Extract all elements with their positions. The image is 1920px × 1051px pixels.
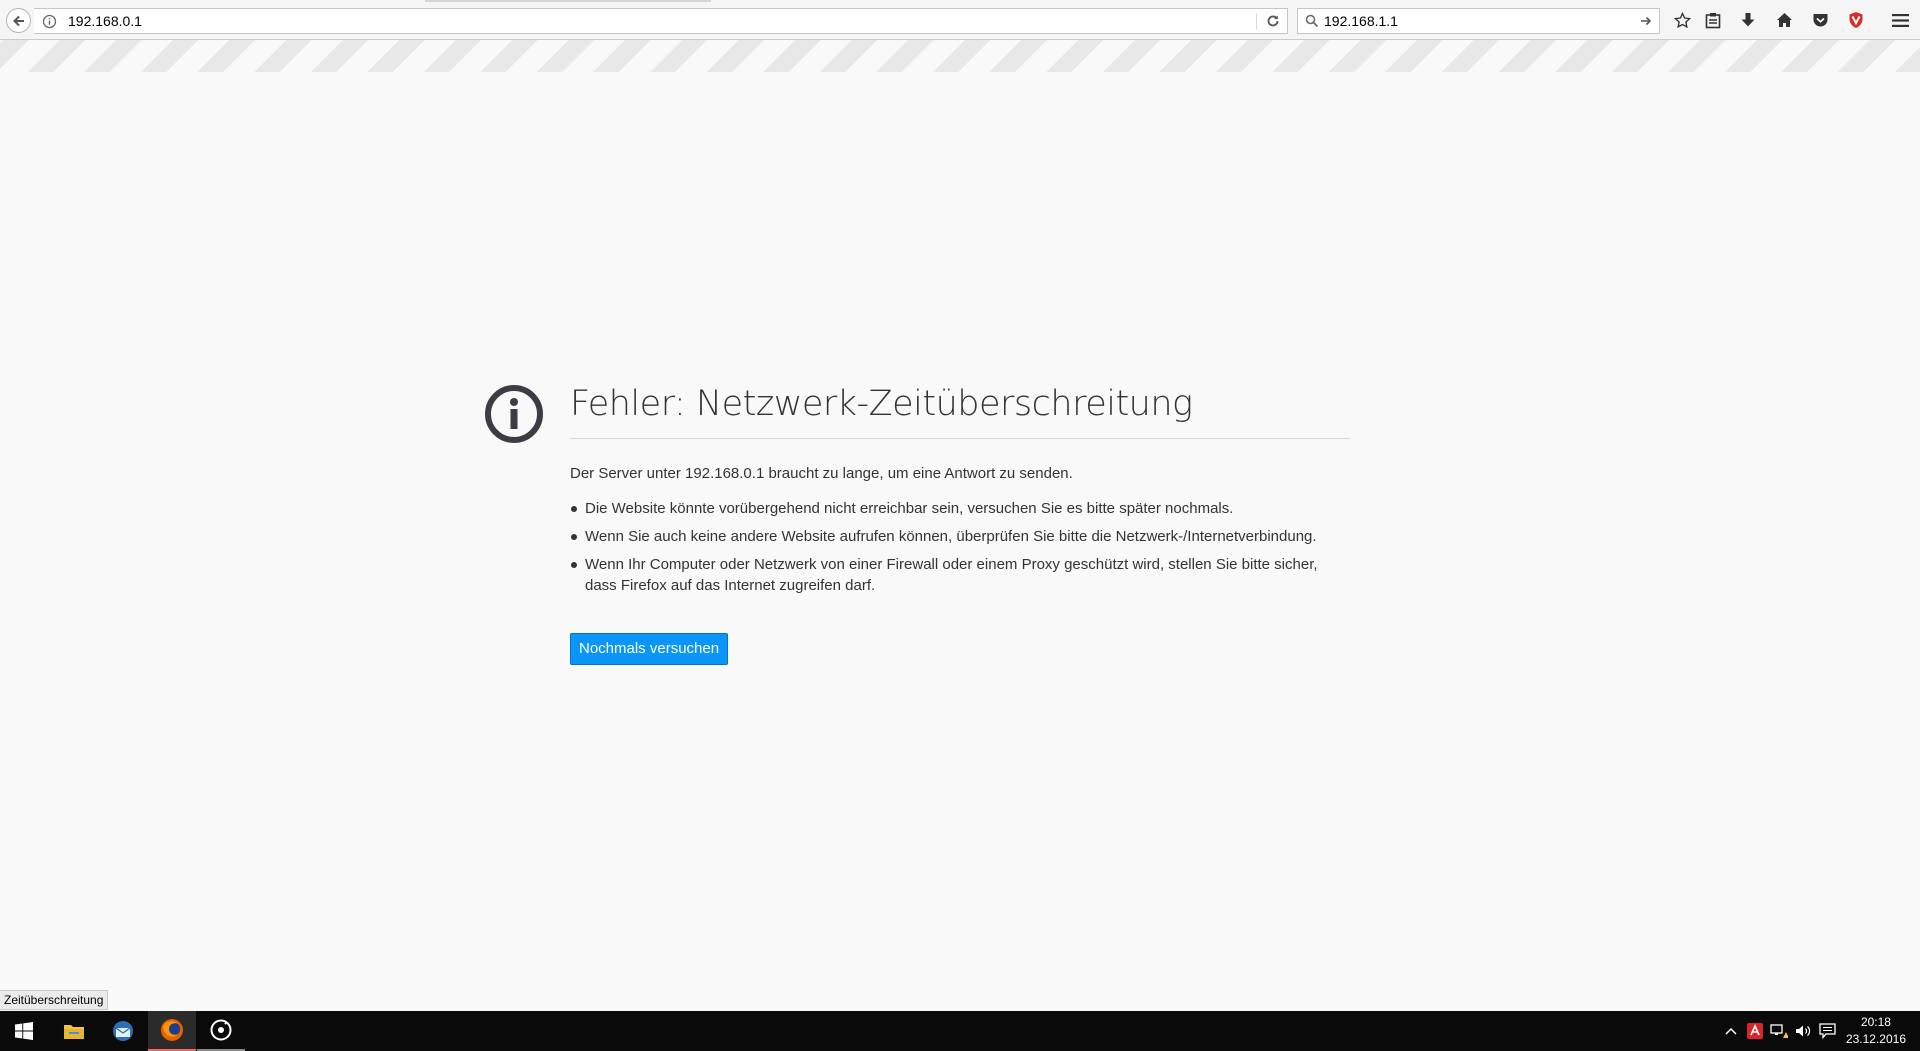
- clock-time: 20:18: [1860, 1015, 1891, 1029]
- go-arrow-icon[interactable]: [1639, 14, 1653, 28]
- firefox-taskbar-button[interactable]: [148, 1011, 196, 1051]
- antivirus-tray-icon[interactable]: [1746, 1023, 1764, 1039]
- home-icon: [1776, 13, 1792, 27]
- info-icon[interactable]: [42, 14, 57, 29]
- loading-stripes: [0, 40, 1920, 72]
- pocket-icon: [1813, 14, 1827, 27]
- clipboard-icon: [1705, 12, 1721, 28]
- speaker-icon: [1795, 1025, 1810, 1037]
- retry-button[interactable]: Nochmals versuchen: [570, 633, 729, 665]
- error-title: Fehler: Netzwerk-Zeitüberschreitung: [570, 384, 1350, 439]
- network-tray-icon[interactable]: [1770, 1023, 1788, 1039]
- adblock-button[interactable]: [1846, 10, 1866, 30]
- thunderbird-icon: [113, 1021, 133, 1041]
- tab-indicator: [425, 0, 711, 2]
- search-input[interactable]: 192.168.1.1: [1324, 9, 1398, 33]
- notification-icon: [1818, 1023, 1836, 1039]
- search-bar[interactable]: 192.168.1.1: [1297, 8, 1660, 34]
- tray-overflow-button[interactable]: [1722, 1023, 1740, 1039]
- hamburger-menu-icon: [1891, 13, 1909, 27]
- suggestion-item: Wenn Sie auch keine andere Website aufru…: [570, 526, 1350, 547]
- clock-date: 23.12.2016: [1845, 1032, 1906, 1046]
- info-circle-icon: [485, 385, 543, 443]
- suggestion-item: Die Website könnte vorübergehend nicht e…: [570, 498, 1350, 519]
- home-button[interactable]: [1774, 10, 1794, 30]
- search-icon: [1305, 14, 1319, 28]
- folder-icon: [64, 1025, 84, 1039]
- back-arrow-icon: [12, 15, 24, 26]
- back-button[interactable]: [6, 8, 31, 33]
- start-button[interactable]: [0, 1011, 48, 1051]
- file-explorer-button[interactable]: [50, 1011, 98, 1051]
- shield-icon: [1849, 12, 1863, 28]
- star-icon: [1673, 11, 1691, 28]
- media-disc-icon: [210, 1019, 232, 1041]
- pocket-button[interactable]: [1810, 10, 1830, 30]
- action-center-button[interactable]: [1818, 1023, 1836, 1039]
- chevron-up-icon: [1725, 1027, 1737, 1035]
- suggestion-item: Wenn Ihr Computer oder Netzwerk von eine…: [570, 554, 1350, 596]
- downloads-button[interactable]: [1738, 10, 1758, 30]
- reload-icon[interactable]: [1265, 13, 1281, 29]
- reading-list-button[interactable]: [1703, 10, 1723, 30]
- download-icon: [1741, 12, 1755, 26]
- browser-toolbar: 192.168.0.1 192.168.1.1: [0, 0, 1920, 40]
- error-suggestions: Die Website könnte vorübergehend nicht e…: [570, 498, 1350, 603]
- umbrella-shield-icon: [1747, 1023, 1763, 1039]
- menu-button[interactable]: [1890, 10, 1910, 30]
- firefox-icon: [161, 1019, 183, 1041]
- windows-logo-icon: [15, 1022, 33, 1040]
- volume-tray-icon[interactable]: [1794, 1023, 1812, 1039]
- url-separator: [1256, 13, 1257, 30]
- taskbar: 20:18 23.12.2016: [0, 1011, 1920, 1051]
- url-bar[interactable]: 192.168.0.1: [34, 8, 1288, 34]
- thunderbird-button[interactable]: [99, 1011, 147, 1051]
- error-description: Der Server unter 192.168.0.1 braucht zu …: [570, 465, 1073, 482]
- network-warning-icon: [1770, 1024, 1788, 1038]
- taskbar-clock[interactable]: 20:18 23.12.2016: [1846, 1014, 1906, 1048]
- status-tooltip: Zeitüberschreitung: [0, 990, 109, 1010]
- bookmark-button[interactable]: [1672, 10, 1692, 30]
- url-text[interactable]: 192.168.0.1: [68, 9, 142, 33]
- media-app-button[interactable]: [197, 1011, 245, 1051]
